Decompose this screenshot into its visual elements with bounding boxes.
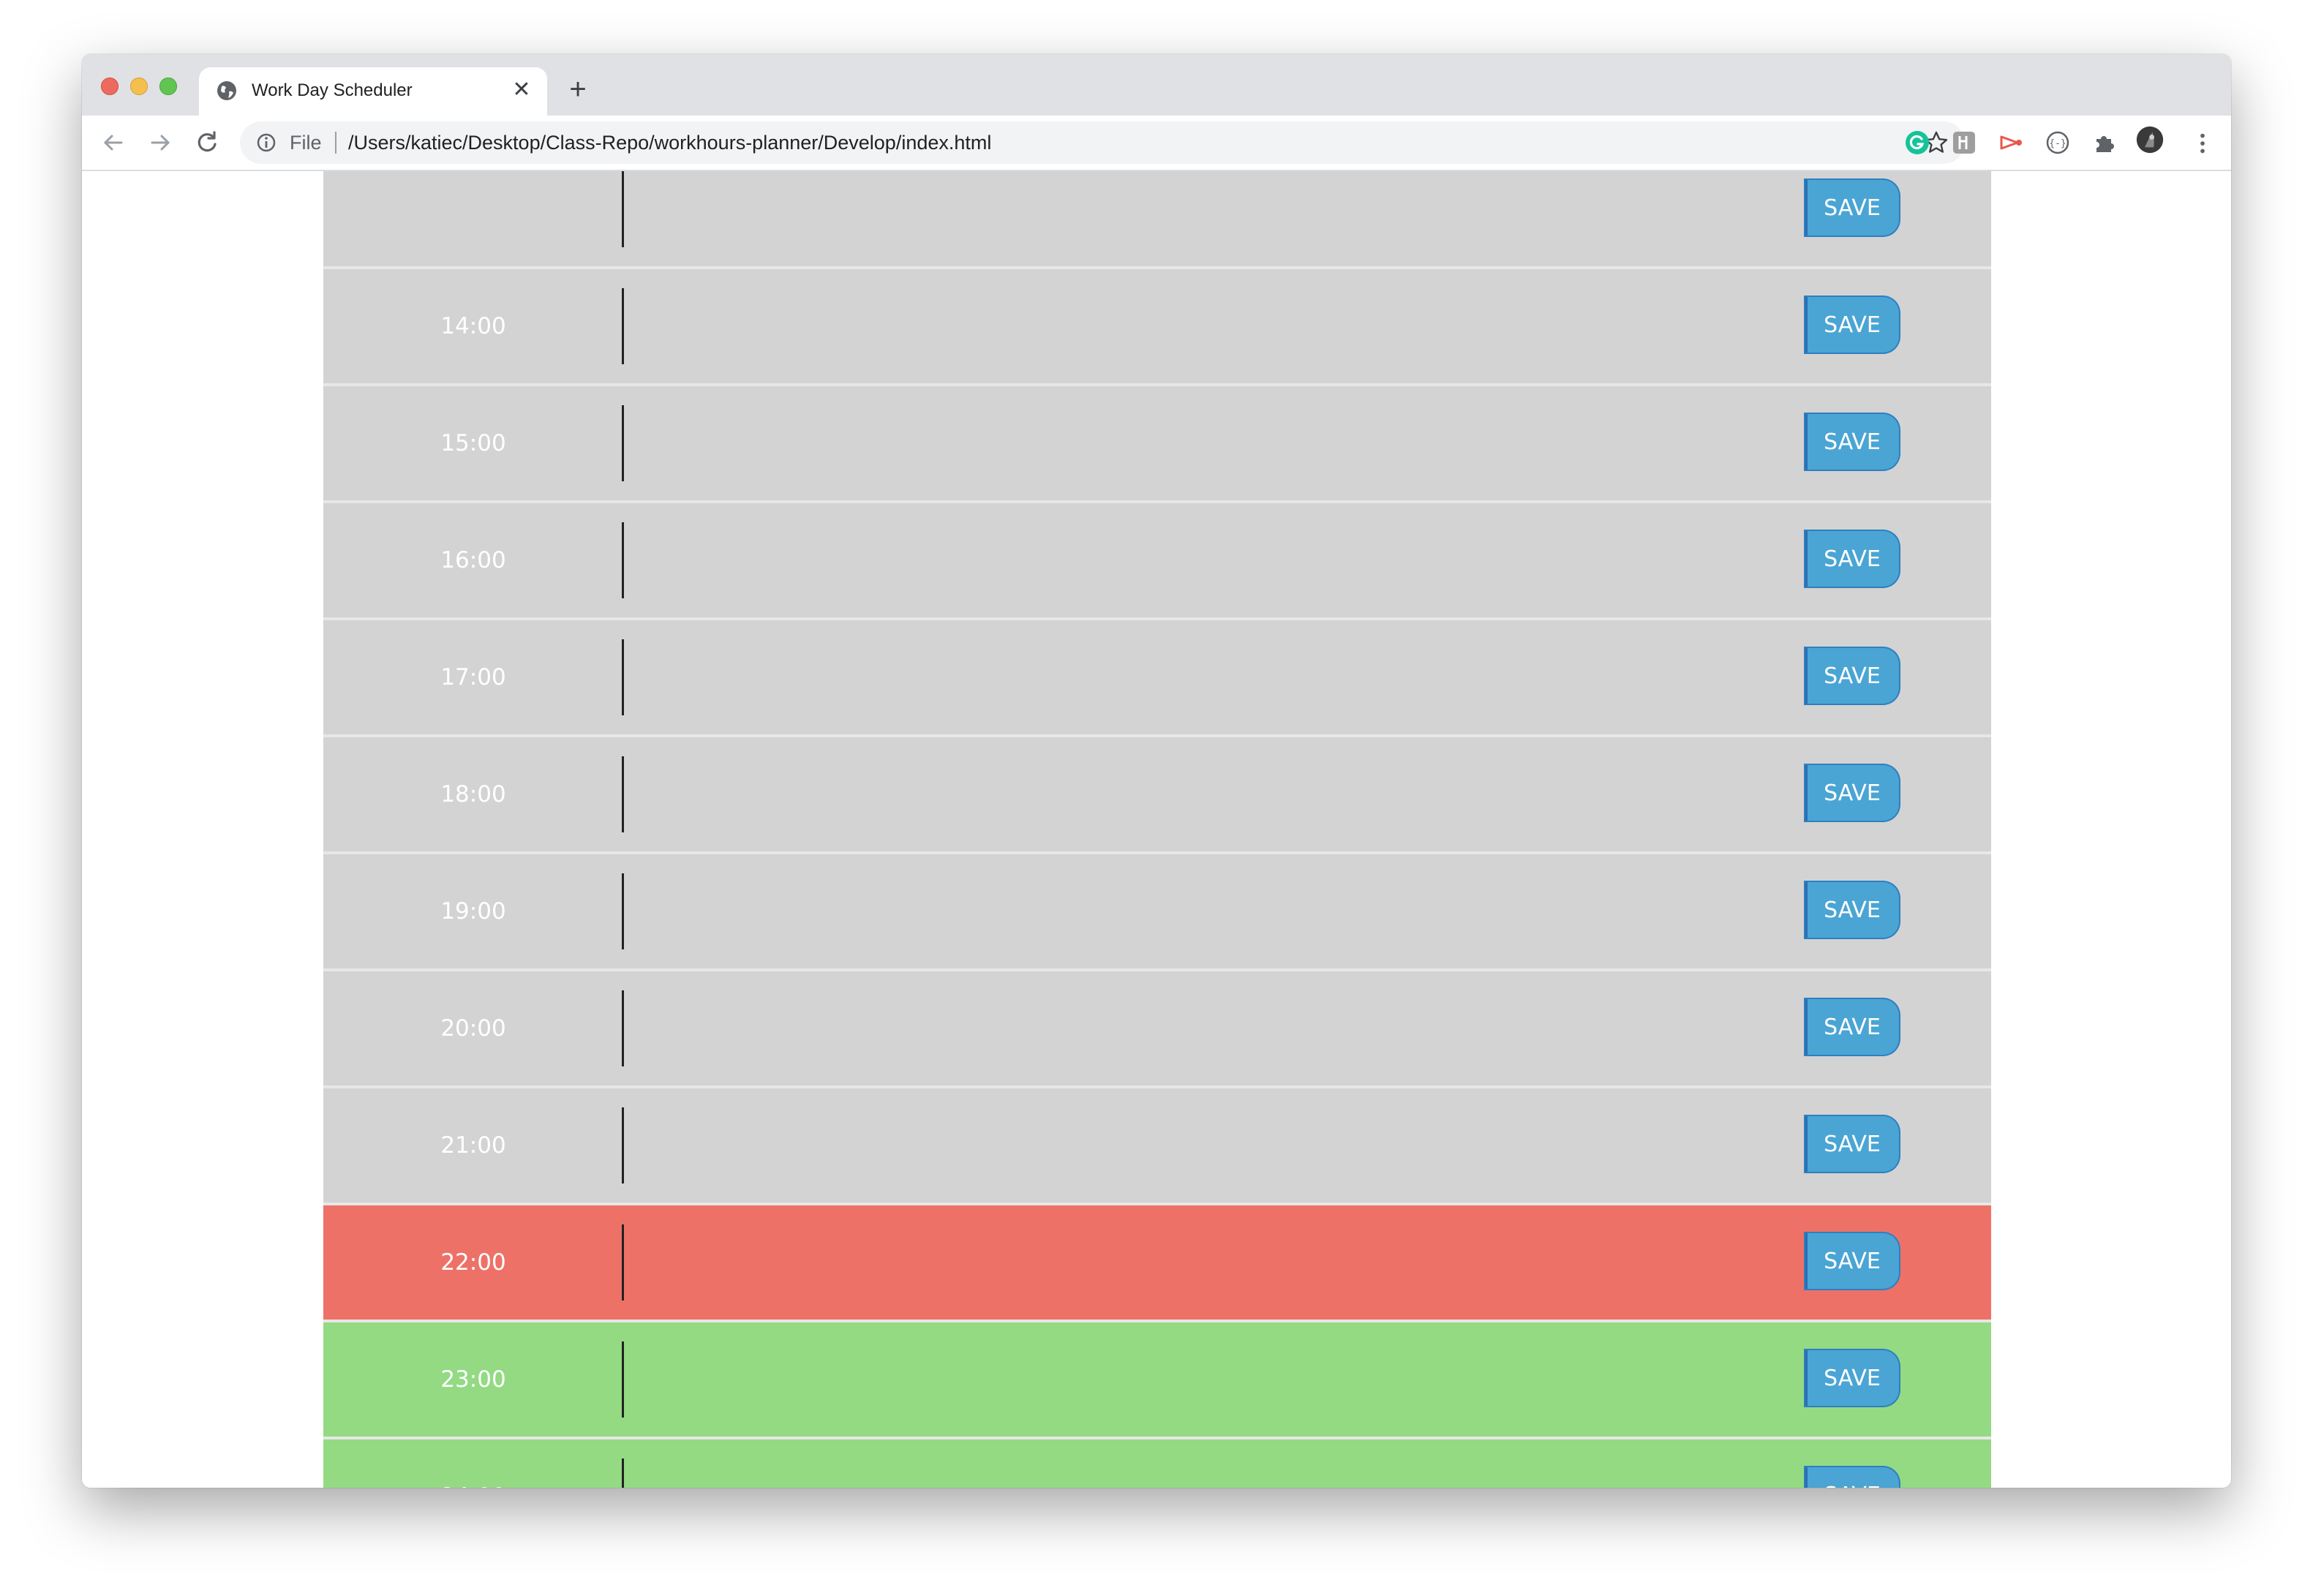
address-url[interactable]: /Users/katiec/Desktop/Class-Repo/workhou… xyxy=(348,132,991,154)
minimize-window-button[interactable] xyxy=(130,78,148,95)
code-extension-icon[interactable]: {-} xyxy=(2044,129,2072,157)
save-button[interactable]: SAVE xyxy=(1805,1233,1899,1289)
time-block: 16:00 SAVE xyxy=(323,500,1991,617)
hour-label: 14:00 xyxy=(440,313,506,339)
address-divider xyxy=(335,132,336,154)
event-description-input[interactable] xyxy=(622,405,1765,481)
back-button[interactable] xyxy=(97,126,130,159)
time-block: 18:00 SAVE xyxy=(323,734,1991,851)
hour-label: 19:00 xyxy=(440,898,506,925)
info-icon[interactable] xyxy=(255,131,278,154)
event-description-input[interactable] xyxy=(622,1107,1765,1183)
page-viewport[interactable]: SAVE 14:00 SAVE 15:00 SAVE 16:00 SAVE 17:00 SAVE… xyxy=(82,171,2231,1488)
save-button[interactable]: SAVE xyxy=(1805,648,1899,704)
event-description-input[interactable] xyxy=(622,1224,1765,1300)
new-tab-button[interactable]: + xyxy=(562,73,594,105)
save-button[interactable]: SAVE xyxy=(1805,1116,1899,1172)
event-description-input[interactable] xyxy=(622,171,1765,247)
time-block: 14:00 SAVE xyxy=(323,266,1991,383)
event-description-input[interactable] xyxy=(622,288,1765,364)
tab-work-day-scheduler[interactable]: Work Day Scheduler ✕ xyxy=(199,67,547,116)
time-block: 15:00 SAVE xyxy=(323,383,1991,500)
save-button[interactable]: SAVE xyxy=(1805,999,1899,1055)
planner-container: SAVE 14:00 SAVE 15:00 SAVE 16:00 SAVE 17:00 SAVE… xyxy=(323,171,1991,1488)
save-button[interactable]: SAVE xyxy=(1805,531,1899,587)
address-bar[interactable]: File /Users/katiec/Desktop/Class-Repo/wo… xyxy=(240,121,1965,164)
time-block: 19:00 SAVE xyxy=(323,851,1991,968)
browser-toolbar: File /Users/katiec/Desktop/Class-Repo/wo… xyxy=(82,116,2231,171)
tab-title: Work Day Scheduler xyxy=(252,80,413,100)
hour-label: 24:00 xyxy=(323,1439,623,1488)
save-button[interactable]: SAVE xyxy=(1805,414,1899,470)
hour-label: 23:00 xyxy=(440,1366,506,1393)
event-description-input[interactable] xyxy=(622,756,1765,832)
screencast-extension-icon[interactable] xyxy=(1997,129,2025,157)
svg-text:{-}: {-} xyxy=(2049,138,2066,149)
reload-button[interactable] xyxy=(190,126,224,159)
menu-kebab-icon[interactable] xyxy=(2189,130,2205,159)
time-block: 20:00 SAVE xyxy=(323,968,1991,1085)
browser-window: Work Day Scheduler ✕ + File /Users/katie… xyxy=(82,54,2231,1488)
time-block: 23:00 SAVE xyxy=(323,1320,1991,1437)
save-button[interactable]: SAVE xyxy=(1805,180,1899,236)
arrow-left-icon xyxy=(103,135,123,151)
time-block: SAVE xyxy=(323,171,1991,266)
globe-icon xyxy=(215,79,238,102)
time-block: 21:00 SAVE xyxy=(323,1085,1991,1202)
hour-label: 17:00 xyxy=(440,664,506,690)
address-scheme-label: File xyxy=(290,132,322,154)
save-button[interactable]: SAVE xyxy=(1805,1467,1899,1488)
hour-label xyxy=(323,171,623,266)
time-block: 24:00 SAVE xyxy=(323,1437,1991,1488)
close-window-button[interactable] xyxy=(101,78,119,95)
save-button[interactable]: SAVE xyxy=(1805,297,1899,353)
event-description-input[interactable] xyxy=(622,873,1765,949)
save-button[interactable]: SAVE xyxy=(1805,882,1899,938)
time-block: 22:00 SAVE xyxy=(323,1202,1991,1320)
hour-label: 15:00 xyxy=(440,430,506,456)
arrow-right-icon xyxy=(151,135,170,151)
hour-label: 16:00 xyxy=(440,547,506,573)
reload-icon xyxy=(198,131,217,152)
tab-strip: Work Day Scheduler ✕ + xyxy=(82,54,2231,116)
close-tab-icon[interactable]: ✕ xyxy=(509,78,534,102)
save-button[interactable]: SAVE xyxy=(1805,765,1899,821)
puzzle-icon[interactable] xyxy=(2091,129,2118,157)
extension-icon[interactable] xyxy=(1950,129,1978,157)
grammarly-extension-icon[interactable] xyxy=(1903,129,1931,157)
forward-button[interactable] xyxy=(143,126,177,159)
zoom-window-button[interactable] xyxy=(159,78,177,95)
profile-avatar[interactable] xyxy=(2136,126,2168,158)
event-description-input[interactable] xyxy=(622,639,1765,715)
event-description-input[interactable] xyxy=(622,522,1765,598)
event-description-input[interactable] xyxy=(622,990,1765,1066)
save-button[interactable]: SAVE xyxy=(1805,1350,1899,1406)
hour-label: 18:00 xyxy=(440,781,506,808)
hour-label: 20:00 xyxy=(440,1015,506,1042)
hour-label: 22:00 xyxy=(440,1249,506,1276)
event-description-input[interactable] xyxy=(622,1458,1765,1488)
time-block: 17:00 SAVE xyxy=(323,617,1991,734)
hour-label: 21:00 xyxy=(440,1132,506,1159)
event-description-input[interactable] xyxy=(622,1341,1765,1418)
